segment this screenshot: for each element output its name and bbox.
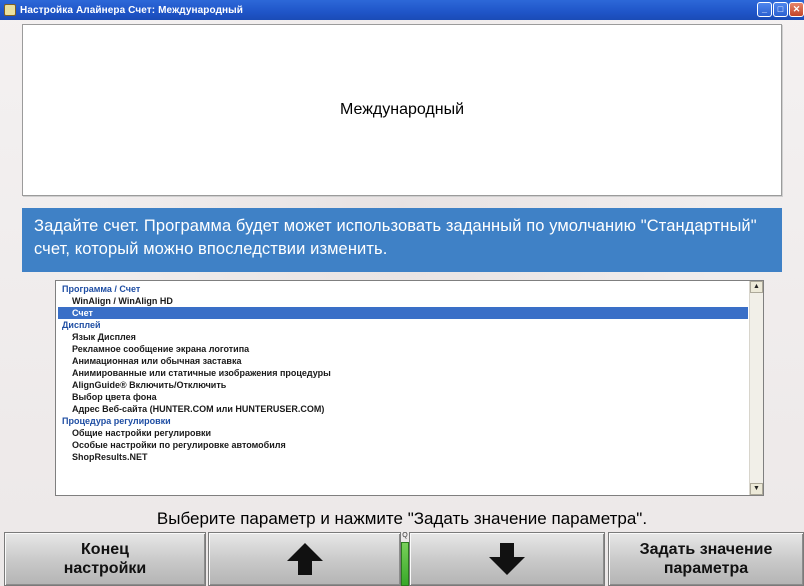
list-item[interactable]: Анимационная или обычная заставка <box>58 355 748 367</box>
window-controls: _ □ ✕ <box>757 2 804 17</box>
scroll-up-icon[interactable]: ▲ <box>750 281 763 293</box>
list-item[interactable]: Счет <box>58 307 748 319</box>
header-panel: Международный <box>22 24 782 196</box>
window-title: Настройка Алайнера Счет: Международный <box>20 4 244 16</box>
prompt-text: Выберите параметр и нажмите "Задать знач… <box>156 509 648 528</box>
end-setup-button[interactable]: Конец настройки <box>4 532 206 586</box>
move-down-button[interactable] <box>409 532 605 586</box>
arrow-up-icon <box>286 543 323 575</box>
status-indicator: Q <box>401 532 409 586</box>
list-item[interactable]: Адрес Веб-сайта (HUNTER.COM или HUNTERUS… <box>58 403 748 415</box>
list-item[interactable]: WinAlign / WinAlign HD <box>58 295 748 307</box>
list-item[interactable]: AlignGuide® Включить/Отключить <box>58 379 748 391</box>
list-section-header[interactable]: Дисплей <box>58 319 748 331</box>
list-item[interactable]: Язык Дисплея <box>58 331 748 343</box>
scroll-down-icon[interactable]: ▼ <box>750 483 763 495</box>
list-item[interactable]: Рекламное сообщение экрана логотипа <box>58 343 748 355</box>
magnifier-icon: Q <box>402 532 408 539</box>
list-item[interactable]: Выбор цвета фона <box>58 391 748 403</box>
window-titlebar: Настройка Алайнера Счет: Международный _… <box>0 0 804 20</box>
list-item[interactable]: Общие настройки регулировки <box>58 427 748 439</box>
function-key-bar: Конец настройки Q Задать значение параме… <box>0 532 804 586</box>
close-button[interactable]: ✕ <box>789 2 804 17</box>
list-scrollbar[interactable]: ▲ ▼ <box>749 281 763 495</box>
settings-list-items: Программа / Счет WinAlign / WinAlign HD Сч… <box>58 283 748 463</box>
maximize-button[interactable]: □ <box>773 2 788 17</box>
list-item[interactable]: ShopResults.NET <box>58 451 748 463</box>
arrow-down-icon <box>489 543 525 575</box>
list-section-header[interactable]: Программа / Счет <box>58 283 748 295</box>
list-item[interactable]: Анимированные или статичные изображения … <box>58 367 748 379</box>
end-setup-label: Конец настройки <box>63 541 147 577</box>
app-icon <box>4 4 16 16</box>
settings-list[interactable]: Программа / Счет WinAlign / WinAlign HD Сч… <box>55 280 764 496</box>
set-parameter-label: Задать значение параметра <box>639 541 773 577</box>
set-parameter-button[interactable]: Задать значение параметра <box>608 532 804 586</box>
instruction-banner: Задайте счет. Программа будет может испо… <box>22 208 782 272</box>
page-title: Международный <box>339 101 465 118</box>
indicator-bar <box>401 542 409 586</box>
list-item[interactable]: Особые настройки по регулировке автомоби… <box>58 439 748 451</box>
move-up-button[interactable] <box>208 532 401 586</box>
minimize-button[interactable]: _ <box>757 2 772 17</box>
list-section-header[interactable]: Процедура регулировки <box>58 415 748 427</box>
